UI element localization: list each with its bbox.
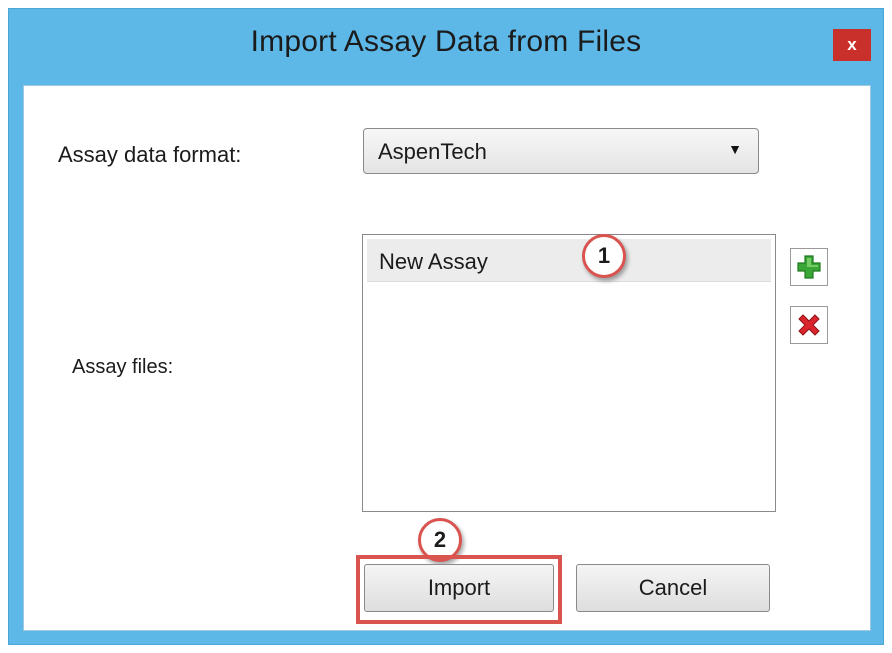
files-label: Assay files: <box>72 356 174 378</box>
close-button[interactable]: x <box>833 29 871 61</box>
assay-files-list[interactable]: New Assay <box>362 234 776 512</box>
list-item-label: New Assay <box>379 249 488 274</box>
close-icon: x <box>847 35 857 54</box>
remove-file-button[interactable] <box>790 306 828 344</box>
plus-icon <box>797 255 821 279</box>
format-value: AspenTech <box>378 139 487 164</box>
add-file-button[interactable] <box>790 248 828 286</box>
import-button[interactable]: Import <box>364 564 554 612</box>
chevron-down-icon: ▼ <box>728 141 742 157</box>
dialog-body: Assay data format: AspenTech ▼ Assay fil… <box>23 85 871 631</box>
format-dropdown[interactable]: AspenTech ▼ <box>363 128 759 174</box>
dialog-title: Import Assay Data from Files <box>250 25 642 58</box>
annotation-callout-1: 1 <box>582 234 626 278</box>
format-label: Assay data format: <box>58 142 242 167</box>
x-icon <box>798 314 820 336</box>
list-item[interactable]: New Assay <box>367 239 771 282</box>
import-assay-dialog: Import Assay Data from Files x Assay dat… <box>8 8 884 645</box>
cancel-button[interactable]: Cancel <box>576 564 770 612</box>
title-bar[interactable]: Import Assay Data from Files x <box>9 9 883 79</box>
